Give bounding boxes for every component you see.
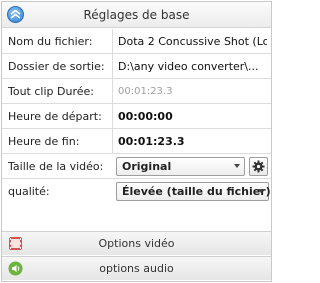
quality-label: qualité: [8, 185, 50, 198]
video-size-value: Original [122, 160, 172, 173]
clip-duration-value: 00:01:23.3 [118, 86, 173, 97]
basic-settings-panel: Réglages de base Nom du fichier: Dota 2 … [1, 1, 272, 282]
video-size-label: Taille de la vidéo: [8, 160, 104, 173]
output-folder-label: Dossier de sortie: [8, 60, 105, 73]
quality-value: Élevée (taille du fichier) [122, 185, 271, 198]
end-time-row: Heure de fin: 00:01:23.3 [2, 129, 271, 154]
chevron-down-icon [258, 189, 264, 193]
output-folder-row: Dossier de sortie: D:\any video converte… [2, 54, 271, 79]
video-size-select[interactable]: Original [116, 157, 245, 176]
quality-row: qualité: Élevée (taille du fichier) [2, 179, 271, 204]
video-options-label: Options vidéo [98, 237, 175, 250]
clip-duration-row: Tout clip Durée: 00:01:23.3 [2, 79, 271, 104]
end-time-field[interactable]: 00:01:23.3 [118, 135, 267, 148]
panel-header[interactable]: Réglages de base [2, 2, 271, 28]
file-name-label: Nom du fichier: [8, 35, 93, 48]
end-time-label: Heure de fin: [8, 135, 80, 148]
video-size-row: Taille de la vidéo: Original [2, 154, 271, 179]
audio-options-bar[interactable]: options audio [2, 256, 271, 280]
video-options-bar[interactable]: Options vidéo [2, 231, 271, 255]
start-time-field[interactable]: 00:00:00 [118, 110, 267, 123]
clip-duration-label: Tout clip Durée: [8, 85, 94, 98]
gear-icon[interactable] [249, 157, 268, 176]
file-name-row: Nom du fichier: Dota 2 Concussive Shot (… [2, 29, 271, 54]
start-time-row: Heure de départ: 00:00:00 [2, 104, 271, 129]
chevron-down-icon [234, 164, 240, 168]
audio-options-label: options audio [99, 262, 174, 275]
panel-title: Réglages de base [83, 8, 190, 22]
quality-select[interactable]: Élevée (taille du fichier) [116, 182, 271, 201]
start-time-label: Heure de départ: [8, 110, 102, 123]
file-name-field[interactable]: Dota 2 Concussive Shot (Low) [118, 35, 267, 48]
output-folder-field[interactable]: D:\any video converter\... [118, 60, 267, 73]
